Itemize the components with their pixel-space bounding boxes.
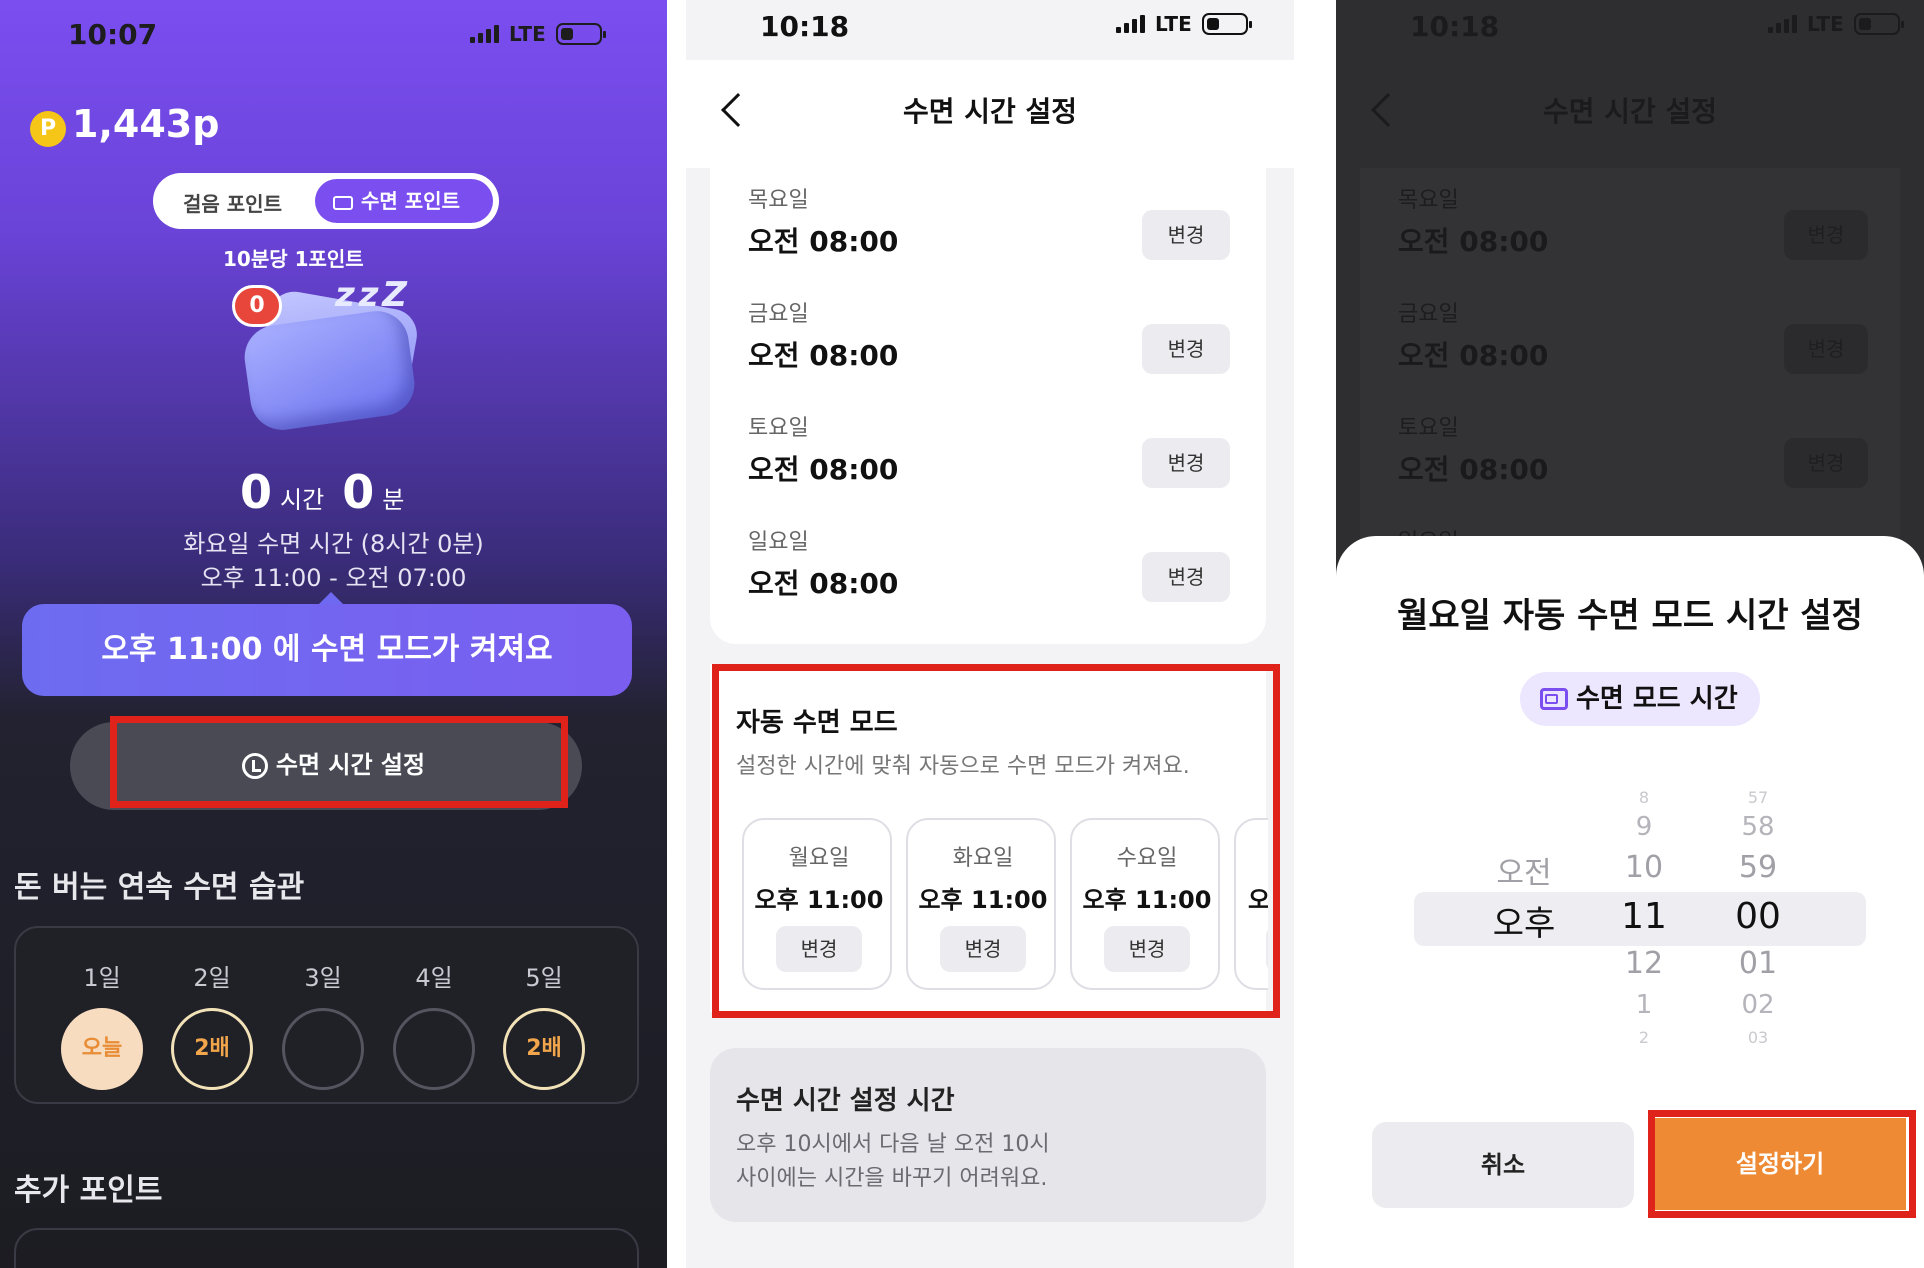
points-type-toggle: 걸음 포인트 수면 포인트 [153, 173, 499, 229]
picker-hour-option[interactable]: 2 [1604, 1028, 1684, 1047]
highlight-box [1648, 1110, 1916, 1218]
points-balance: 1,443p [72, 102, 220, 146]
info-line: 사이에는 시간을 바꾸기 어려워요. [736, 1166, 1048, 1191]
network-label: LTE [509, 22, 546, 46]
picker-ampm-option[interactable]: 오전 [1484, 848, 1564, 892]
info-line: 오후 10시에서 다음 날 오전 10시 [736, 1132, 1050, 1157]
sleep-zzz-icon: z z Z [335, 275, 407, 315]
streak-day-label: 3일 [304, 964, 342, 992]
picker-hour-option[interactable]: 10 [1604, 850, 1684, 885]
status-time: 10:07 [68, 18, 158, 51]
streak-day-label: 2일 [193, 964, 231, 992]
tab-sleep-points-label: 수면 포인트 [361, 189, 460, 213]
sleep-duration: 0 시간 0 분 [240, 465, 414, 519]
hours-value: 0 [240, 465, 273, 519]
streak-mark-empty [282, 1008, 364, 1090]
picker-minute-option[interactable]: 02 [1710, 990, 1806, 1020]
picker-minute-option[interactable]: 01 [1710, 946, 1806, 981]
tab-walk-points[interactable]: 걸음 포인트 [183, 188, 282, 217]
point-rate: 10분당 1포인트 [223, 247, 364, 271]
picker-minute-option[interactable]: 57 [1710, 788, 1806, 807]
cancel-button[interactable]: 취소 [1372, 1122, 1634, 1208]
streak-day-label: 5일 [525, 964, 563, 992]
picker-hour-option[interactable]: 8 [1604, 788, 1684, 807]
streak-mark-double: 2배 [171, 1008, 253, 1090]
streak-mark-double: 2배 [503, 1008, 585, 1090]
streak-mark-today: 오늘 [61, 1008, 143, 1090]
coin-icon: P [30, 111, 66, 147]
screen-sleep-points: 10:07 LTE P 1,443p 걸음 포인트 수면 포인트 10분당 1포… [0, 0, 667, 1268]
picker-hour-option[interactable]: 1 [1604, 990, 1684, 1020]
picker-minute-option[interactable]: 59 [1710, 850, 1806, 885]
sleep-day-summary: 화요일 수면 시간 (8시간 0분) [183, 530, 484, 558]
minutes-unit: 분 [382, 486, 405, 514]
picker-hour-selected[interactable]: 11 [1598, 896, 1690, 937]
streak-day-label: 1일 [83, 964, 121, 992]
sleep-time-range: 오후 11:00 - 오전 07:00 [200, 564, 467, 592]
screen-sleep-time-settings: 10:18 LTE 수면 시간 설정 목요일 오전 08:00 변경 금요일 오… [686, 0, 1294, 1268]
picker-hour-option[interactable]: 12 [1604, 946, 1684, 981]
points-badge[interactable]: 0 [232, 285, 282, 327]
extra-points-title: 추가 포인트 [14, 1173, 163, 1208]
picker-minute-selected[interactable]: 00 [1704, 896, 1812, 937]
highlight-box [110, 716, 568, 808]
minutes-value: 0 [342, 465, 375, 519]
picker-minute-option[interactable]: 58 [1710, 812, 1806, 842]
battery-icon [555, 23, 606, 45]
streak-day-label: 4일 [415, 964, 453, 992]
tab-sleep-points[interactable]: 수면 포인트 [315, 179, 493, 223]
picker-minute-option[interactable]: 03 [1710, 1028, 1806, 1047]
sleep-mode-banner: 오후 11:00 에 수면 모드가 켜져요 [22, 604, 632, 696]
screen-time-picker-sheet: 10:18 LTE 수면 시간 설정 목요일 오전 08:00 변경 금요일 오… [1336, 0, 1924, 1268]
highlight-box [712, 664, 1280, 1018]
info-title: 수면 시간 설정 시간 [736, 1086, 955, 1116]
signal-icon [470, 25, 499, 43]
time-picker[interactable]: 오전 오후 8 9 10 11 12 1 2 57 58 59 00 01 02… [1336, 0, 1924, 1268]
hours-unit: 시간 [280, 486, 325, 514]
picker-ampm-selected[interactable]: 오후 [1476, 896, 1572, 945]
streak-mark-empty [393, 1008, 475, 1090]
streak-card: 1일 2일 3일 4일 5일 오늘 2배 2배 [14, 926, 639, 1104]
status-bar-icons: LTE [470, 22, 606, 46]
picker-hour-option[interactable]: 9 [1604, 812, 1684, 842]
bed-icon [333, 195, 353, 210]
streak-section-title: 돈 버는 연속 수면 습관 [14, 870, 305, 905]
extra-points-card[interactable] [14, 1228, 639, 1268]
